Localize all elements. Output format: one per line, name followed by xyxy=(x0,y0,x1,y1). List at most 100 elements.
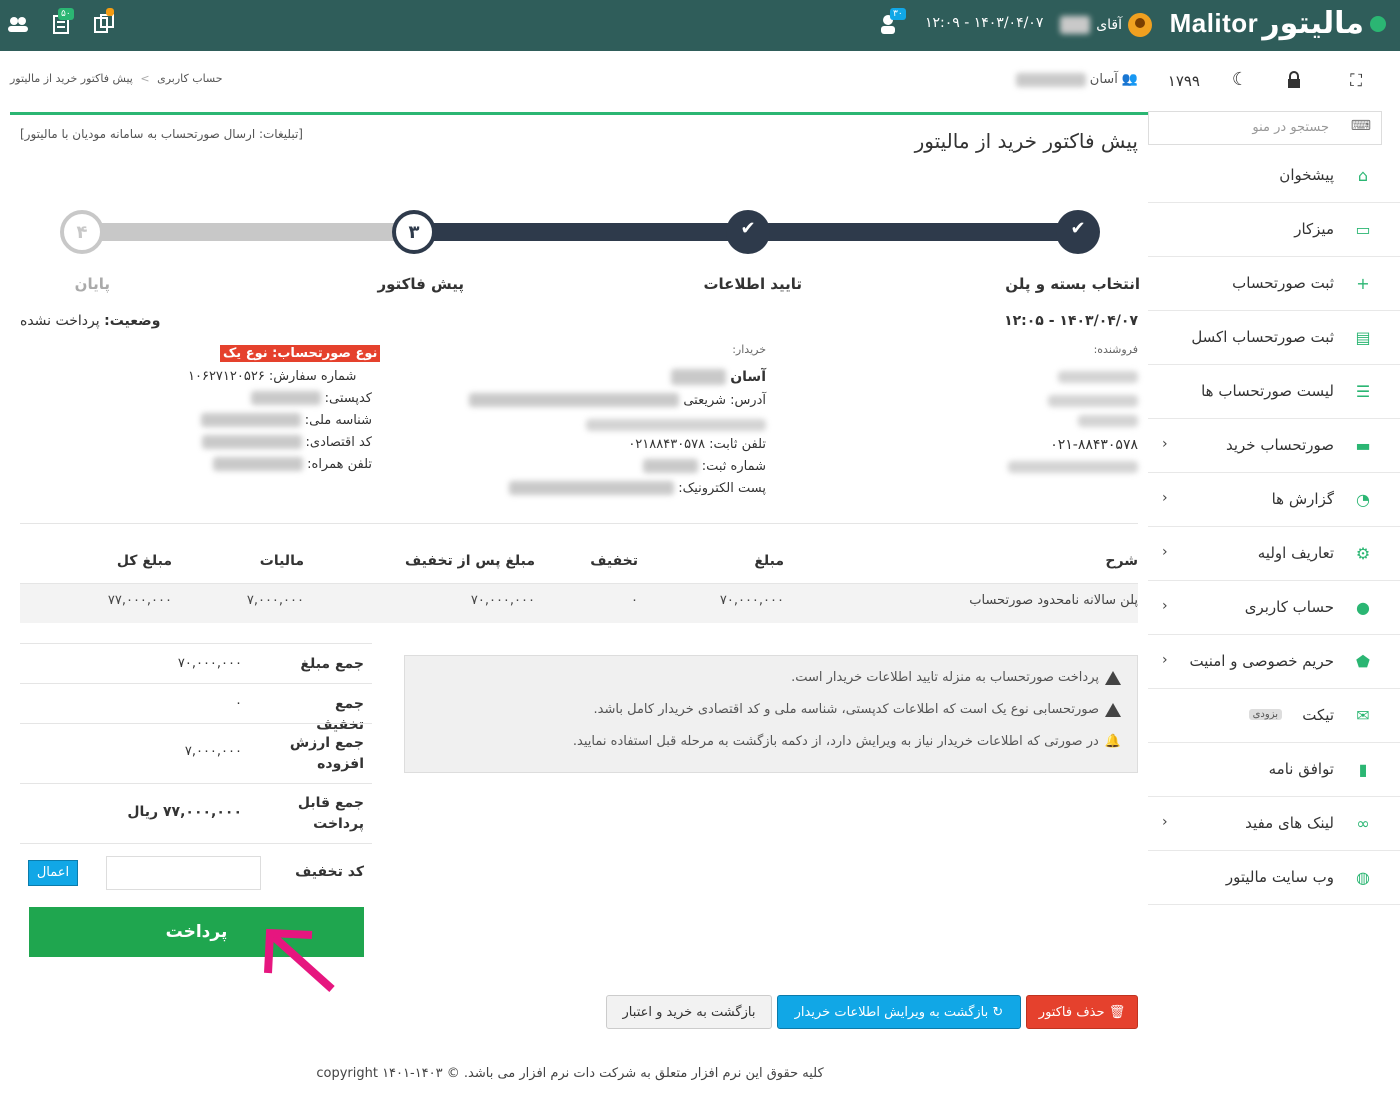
users-icon[interactable] xyxy=(6,12,30,36)
trash-icon: 🗑 xyxy=(1108,1005,1126,1020)
project-name: آسان xyxy=(1089,72,1118,87)
logo-text-en: Malitor xyxy=(1169,8,1259,38)
sidebar-item-7[interactable]: ◔ گزارش ها ‹ xyxy=(1148,473,1400,527)
total-discount: ۰ xyxy=(235,696,242,711)
buyer-phone: تلفن ثابت: ۰۲۱۸۸۴۳۰۵۷۸ xyxy=(628,437,766,452)
cell-after-discount: ۷۰,۰۰۰,۰۰۰ xyxy=(470,593,535,608)
invoice-card: پیش فاکتور خرید از مالیتور [تبلیغات: ارس… xyxy=(10,112,1148,1038)
document-icon: ▮ xyxy=(1358,760,1368,779)
note-1: پرداخت صورتحساب به منزله تایید اطلاعات خ… xyxy=(791,670,1121,685)
envelope-icon: ✉ xyxy=(1356,706,1370,725)
col-after-discount: مبلغ پس از تخفیف xyxy=(405,553,535,569)
shield-icon: ⬟ xyxy=(1356,652,1370,671)
keyboard-icon: ⌨ xyxy=(1350,118,1371,134)
total-payable-row: جمع قابل پرداخت ۷۷,۰۰۰,۰۰۰ ریال xyxy=(20,783,372,843)
postal-code: کدپستی: xyxy=(250,391,372,406)
monitor-icon: ▭ xyxy=(1355,220,1371,239)
footer: کلیه حقوق این نرم افزار متعلق به شرکت دا… xyxy=(316,1066,824,1081)
sidebar-item-label: تعاریف اولیه xyxy=(1257,544,1334,562)
sidebar-item-label: گزارش ها xyxy=(1271,490,1334,508)
sidebar-item-2[interactable]: ▭ میزکار xyxy=(1148,203,1400,257)
datetime: ۱۴۰۳/۰۴/۰۷ - ۱۲:۰۹ xyxy=(925,15,1044,31)
fullscreen-icon[interactable]: ⛶ xyxy=(1350,71,1362,91)
sidebar-item-label: حساب کاربری xyxy=(1244,598,1334,616)
project-selector[interactable]: 👥 آسان xyxy=(1015,72,1138,87)
sidebar-item-10[interactable]: ⬟ حریم خصوصی و امنیت ‹ xyxy=(1148,635,1400,689)
step-1-label: انتخاب بسته و پلن xyxy=(1005,275,1140,293)
sidebar: ⛶ ☾ ۱۷۹۹ جستجو در منو ⌨ ⌂ پیشخوان ▭ میزکار +… xyxy=(1148,51,1400,1103)
edit-buyer-button[interactable]: ↻ بازگشت به ویرایش اطلاعات خریدار xyxy=(777,995,1021,1029)
step-2-label: تایید اطلاعات xyxy=(703,275,802,293)
sidebar-item-6[interactable]: ▬ صورتحساب خرید ‹ xyxy=(1148,419,1400,473)
sidebar-tools: ⛶ ☾ ۱۷۹۹ xyxy=(1148,51,1400,109)
warning-icon xyxy=(1105,670,1121,685)
notes-panel: پرداخت صورتحساب به منزله تایید اطلاعات خ… xyxy=(404,655,1138,773)
invoice-date: ۱۴۰۳/۰۴/۰۷ - ۱۲:۰۵ xyxy=(1004,313,1138,329)
coming-soon-badge: بزودی xyxy=(1248,709,1282,720)
step-1-check-icon: ✔ xyxy=(1056,210,1100,254)
mobile: تلفن همراه: xyxy=(213,457,372,472)
coupon-row: کد تخفیف اعمال xyxy=(20,843,372,899)
economic-code: کد اقتصادی: xyxy=(201,435,372,450)
col-amount: مبلغ xyxy=(754,553,784,569)
avatar xyxy=(1128,13,1152,37)
lock-icon[interactable] xyxy=(1286,71,1302,93)
sidebar-item-1[interactable]: ⌂ پیشخوان xyxy=(1148,149,1400,203)
total-payable: ۷۷,۰۰۰,۰۰۰ ریال xyxy=(127,804,242,820)
ad-banner[interactable]: [تبلیغات: ارسال صورتحساب به سامانه مودیا… xyxy=(20,127,303,141)
logo-dot xyxy=(1370,15,1386,32)
breadcrumb-current: پیش فاکتور خرید از مالیتور xyxy=(10,72,133,85)
sidebar-item-14[interactable]: ◍ وب سایت مالیتور xyxy=(1148,851,1400,905)
user-menu[interactable]: آقای xyxy=(1060,13,1152,37)
sidebar-item-12[interactable]: ▮ توافق نامه xyxy=(1148,743,1400,797)
total-vat-row: جمع ارزش افزوده ۷,۰۰۰,۰۰۰ xyxy=(20,723,372,783)
glasses-icon: ∞ xyxy=(1356,814,1370,833)
sidebar-item-4[interactable]: ▤ ثبت صورتحساب اکسل xyxy=(1148,311,1400,365)
sidebar-item-13[interactable]: ∞ لینک های مفید ‹ xyxy=(1148,797,1400,851)
sidebar-item-5[interactable]: ☰ لیست صورتحساب ها xyxy=(1148,365,1400,419)
delete-invoice-button[interactable]: 🗑 حذف فاکتور xyxy=(1026,995,1138,1029)
dark-mode-icon[interactable]: ☾ xyxy=(1232,69,1248,90)
notification-icon[interactable]: ۳۰ xyxy=(878,8,906,36)
chevron-left-icon: ‹ xyxy=(1162,598,1168,614)
seller-label: فروشنده: xyxy=(1093,343,1138,356)
step-4-label: پایان xyxy=(74,275,110,293)
order-number: شماره سفارش: ۱۰۶۲۷۱۲۰۵۲۶ xyxy=(188,369,357,384)
chevron-left-icon: ‹ xyxy=(1162,652,1168,668)
back-to-credit-button[interactable]: بازگشت به خرید و اعتبار xyxy=(606,995,772,1029)
chevron-left-icon: ‹ xyxy=(1162,490,1168,506)
note-2: صورتحسابی نوع یک است که اطلاعات کدپستی، … xyxy=(594,702,1121,717)
menu-search-input[interactable]: جستجو در منو ⌨ xyxy=(1148,111,1382,145)
col-total: مبلغ کل xyxy=(116,553,172,569)
step-2-check-icon: ✔ xyxy=(726,210,770,254)
sidebar-item-label: توافق نامه xyxy=(1268,760,1334,778)
plus-icon: + xyxy=(1356,274,1370,293)
sidebar-item-8[interactable]: ⚙ تعاریف اولیه ‹ xyxy=(1148,527,1400,581)
sidebar-item-9[interactable]: ● حساب کاربری ‹ xyxy=(1148,581,1400,635)
copy-icon[interactable] xyxy=(92,8,116,36)
col-description: شرح xyxy=(1105,553,1138,569)
step-3-circle: ۳ xyxy=(392,210,436,254)
national-id: شناسه ملی: xyxy=(200,413,372,428)
breadcrumb-parent[interactable]: حساب کاربری xyxy=(157,72,222,85)
sidebar-item-11[interactable]: ✉ تیکت بزودی xyxy=(1148,689,1400,743)
notification-badge: ۳۰ xyxy=(890,8,906,20)
total-sum: ۷۰,۰۰۰,۰۰۰ xyxy=(177,656,242,671)
total-vat: ۷,۰۰۰,۰۰۰ xyxy=(184,744,242,759)
refresh-icon: ↻ xyxy=(992,1005,1004,1020)
bell-icon: 🔔 xyxy=(1104,734,1121,749)
user-prefix: آقای xyxy=(1096,17,1122,33)
users-icon: 👥 xyxy=(1121,72,1138,87)
money-icon: ▬ xyxy=(1355,436,1371,455)
credit-counter[interactable]: ۱۷۹۹ xyxy=(1168,72,1200,90)
invoice-icon[interactable]: ۵۰ xyxy=(50,8,74,36)
apply-coupon-button[interactable]: اعمال xyxy=(28,860,78,886)
coupon-input[interactable] xyxy=(106,856,261,890)
sidebar-item-label: تیکت xyxy=(1302,706,1334,724)
warning-icon xyxy=(1105,702,1121,717)
buyer-email: پست الکترونیک: xyxy=(509,481,766,496)
chart-icon: ◔ xyxy=(1356,490,1370,509)
logo[interactable]: Malitor مالیتور xyxy=(1170,6,1386,41)
excel-icon: ▤ xyxy=(1355,328,1371,347)
sidebar-item-3[interactable]: + ثبت صورتحساب xyxy=(1148,257,1400,311)
